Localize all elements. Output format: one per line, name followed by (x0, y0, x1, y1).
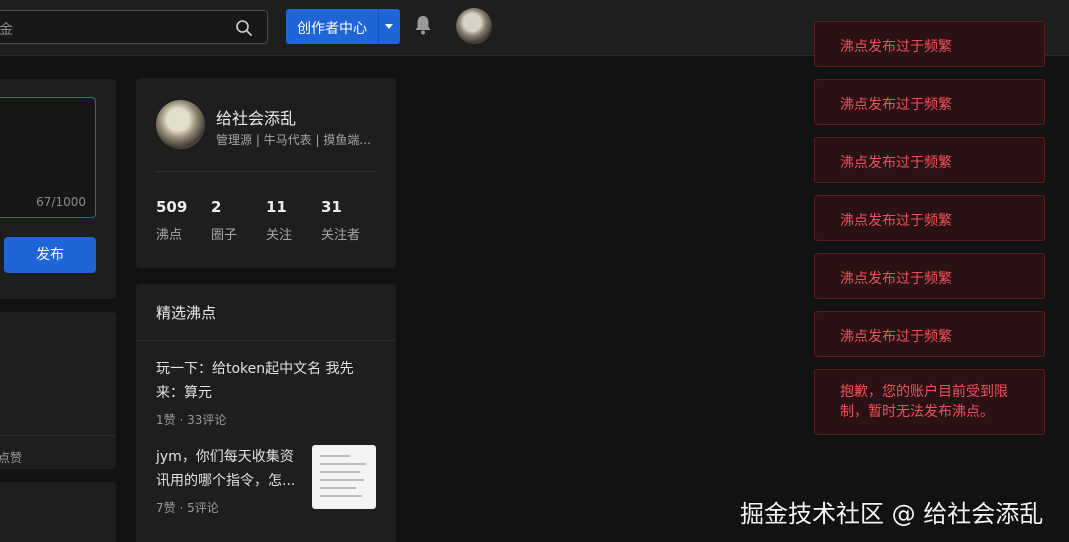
post-text-line1[interactable]: 玩一下：给token起中文名 我先 (156, 357, 354, 381)
watermark: 掘金技术社区 @ 给社会添乱 (740, 500, 1044, 528)
error-toast: 沸点发布过于频繁 (814, 311, 1045, 357)
creator-divider (378, 9, 379, 44)
stat-followers-label[interactable]: 关注者 (321, 224, 360, 243)
toast-message: 沸点发布过于频繁 (840, 329, 952, 345)
toast-message: 沸点发布过于频繁 (840, 213, 952, 229)
creator-center-button[interactable]: 创作者中心 (286, 9, 400, 44)
post-editor[interactable]: 67/1000 (0, 97, 96, 218)
post-meta: 7赞 · 5评论 (156, 501, 219, 515)
post-thumbnail[interactable] (312, 445, 376, 509)
feed-divider (0, 435, 116, 436)
search-input[interactable]: 金 (0, 19, 199, 39)
error-toast: 沸点发布过于频繁 (814, 21, 1045, 67)
post-text-line2[interactable]: 讯用的哪个指令，怎... (156, 469, 295, 493)
post-text-line1[interactable]: jym，你们每天收集资 (156, 445, 294, 469)
profile-name[interactable]: 给社会添乱 (216, 105, 296, 129)
stat-circles-label[interactable]: 圈子 (211, 224, 237, 243)
error-toast: 沸点发布过于频繁 (814, 195, 1045, 241)
search-icon[interactable] (235, 19, 253, 37)
stat-circles-count[interactable]: 2 (211, 198, 221, 216)
publish-button[interactable]: 发布 (4, 237, 96, 273)
profile-tags: 管理源 | 牛马代表 | 摸鱼端... (216, 133, 371, 147)
toast-message: 抱歉，您的账户目前受到限制，暂时无法发布沸点。 (840, 384, 1008, 420)
toast-message: 沸点发布过于频繁 (840, 271, 952, 287)
creator-center-label: 创作者中心 (297, 21, 367, 37)
bell-icon[interactable] (413, 14, 433, 36)
error-toast: 沸点发布过于频繁 (814, 79, 1045, 125)
char-counter: 67/1000 (36, 195, 86, 209)
stat-posts-label[interactable]: 沸点 (156, 224, 182, 243)
stat-followers-count[interactable]: 31 (321, 198, 342, 216)
stat-following-label[interactable]: 关注 (266, 224, 292, 243)
featured-divider (136, 340, 396, 341)
error-toast: 沸点发布过于频繁 (814, 253, 1045, 299)
toast-message: 沸点发布过于频繁 (840, 97, 952, 113)
profile-avatar[interactable] (156, 100, 205, 149)
chevron-down-icon[interactable] (385, 24, 393, 29)
like-label[interactable]: 点赞 (0, 449, 22, 466)
user-avatar[interactable] (456, 8, 492, 44)
feed-card (0, 312, 116, 469)
profile-divider (156, 171, 376, 172)
error-toast: 沸点发布过于频繁 (814, 137, 1045, 183)
feed-card-2 (0, 482, 116, 542)
stat-posts-count[interactable]: 509 (156, 198, 187, 216)
toast-message: 沸点发布过于频繁 (840, 39, 952, 55)
search-box[interactable]: 金 (0, 10, 268, 44)
stat-following-count[interactable]: 11 (266, 198, 287, 216)
error-toast: 抱歉，您的账户目前受到限制，暂时无法发布沸点。 (814, 369, 1045, 435)
post-text-line2[interactable]: 来：算元 (156, 381, 212, 405)
featured-title: 精选沸点 (156, 304, 217, 322)
toast-message: 沸点发布过于频繁 (840, 155, 952, 171)
post-meta: 1赞 · 33评论 (156, 413, 227, 427)
